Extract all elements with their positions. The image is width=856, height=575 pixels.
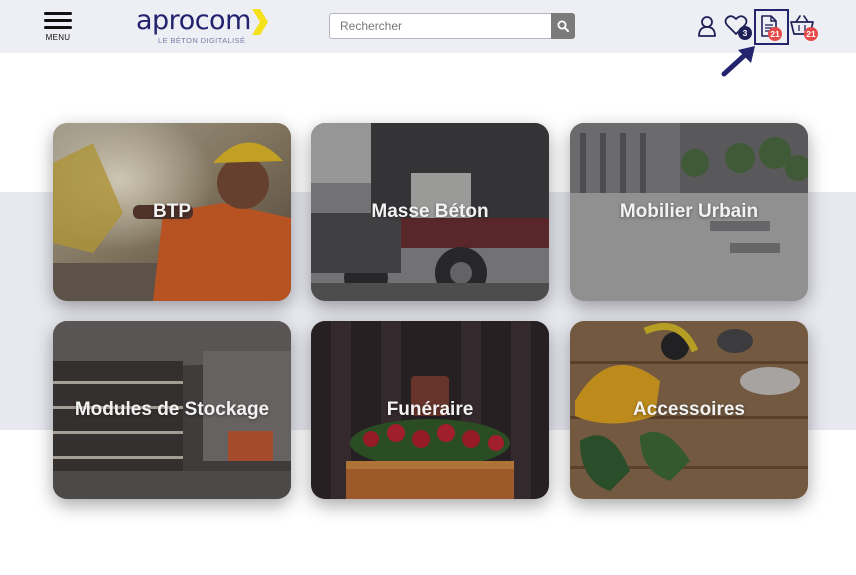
search-button[interactable]: [551, 13, 575, 39]
pointer-arrow-icon: [721, 46, 755, 77]
cart-count-badge: 21: [804, 27, 818, 41]
category-title: BTP: [153, 201, 191, 222]
category-title: Masse Béton: [371, 201, 489, 222]
favorites-count-badge: 3: [738, 26, 752, 40]
menu-label: MENU: [45, 33, 71, 42]
category-card-btp[interactable]: BTP: [53, 123, 291, 301]
category-card-accessoires[interactable]: Accessoires: [570, 321, 808, 499]
logo-tagline: LE BÉTON DIGITALISÉ: [158, 36, 246, 45]
quotes-highlight-frame: [754, 9, 789, 45]
category-title: Mobilier Urbain: [619, 201, 759, 222]
logo[interactable]: aprocom LE BÉTON DIGITALISÉ: [134, 5, 274, 49]
category-title: Modules de Stockage: [74, 399, 270, 420]
category-card-mobilier-urbain[interactable]: Mobilier Urbain: [570, 123, 808, 301]
favorites-button[interactable]: 3: [724, 14, 752, 42]
category-card-funeraire[interactable]: Funéraire: [311, 321, 549, 499]
category-card-masse-beton[interactable]: Masse Béton: [311, 123, 549, 301]
menu-icon: [44, 12, 72, 15]
logo-chevron-icon: [252, 9, 268, 35]
search-bar: [329, 13, 575, 39]
logo-wordmark: aprocom: [136, 5, 251, 36]
menu-button[interactable]: MENU: [42, 12, 74, 44]
menu-icon-bar: [44, 19, 72, 22]
category-title: Accessoires: [633, 399, 745, 420]
user-icon[interactable]: [697, 15, 717, 37]
menu-icon-bar: [44, 26, 72, 29]
category-card-modules-de-stockage[interactable]: Modules de Stockage: [53, 321, 291, 499]
search-icon: [557, 20, 569, 32]
cart-button[interactable]: 21: [790, 15, 820, 43]
category-title: Funéraire: [386, 399, 474, 420]
search-input[interactable]: [329, 13, 552, 39]
